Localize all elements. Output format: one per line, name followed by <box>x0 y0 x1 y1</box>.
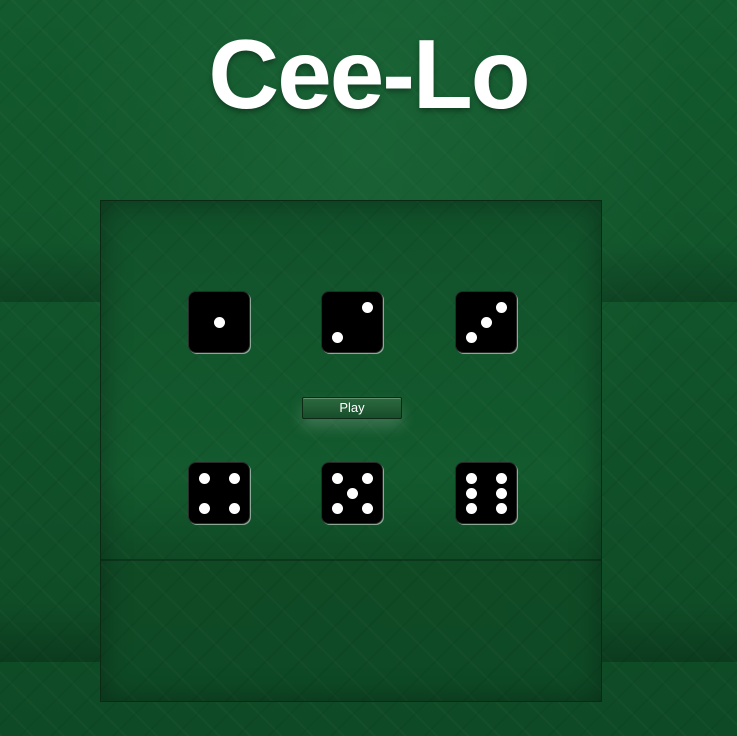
die-pip <box>361 472 373 484</box>
die-2 <box>322 292 382 352</box>
page-title: Cee-Lo <box>208 19 530 129</box>
die-pip <box>465 331 477 343</box>
die-pip <box>480 316 492 328</box>
die-pip <box>213 316 225 328</box>
die-pip <box>198 472 210 484</box>
die-pip <box>495 301 507 313</box>
game-board: Play <box>100 200 602 702</box>
die-pip <box>331 472 343 484</box>
board-divider <box>101 559 601 561</box>
play-button[interactable]: Play <box>302 397 402 419</box>
die-pip <box>465 502 477 514</box>
die-pip <box>465 487 477 499</box>
die-pip <box>361 502 373 514</box>
die-pip <box>331 502 343 514</box>
die-pip <box>495 502 507 514</box>
die-4 <box>189 463 249 523</box>
die-5 <box>322 463 382 523</box>
die-3 <box>456 292 516 352</box>
die-6 <box>456 463 516 523</box>
die-pip <box>495 487 507 499</box>
die-pip <box>465 472 477 484</box>
die-pip <box>331 331 343 343</box>
die-pip <box>346 487 358 499</box>
die-pip <box>495 472 507 484</box>
die-pip <box>228 472 240 484</box>
die-pip <box>198 502 210 514</box>
die-pip <box>361 301 373 313</box>
die-1 <box>189 292 249 352</box>
die-pip <box>228 502 240 514</box>
